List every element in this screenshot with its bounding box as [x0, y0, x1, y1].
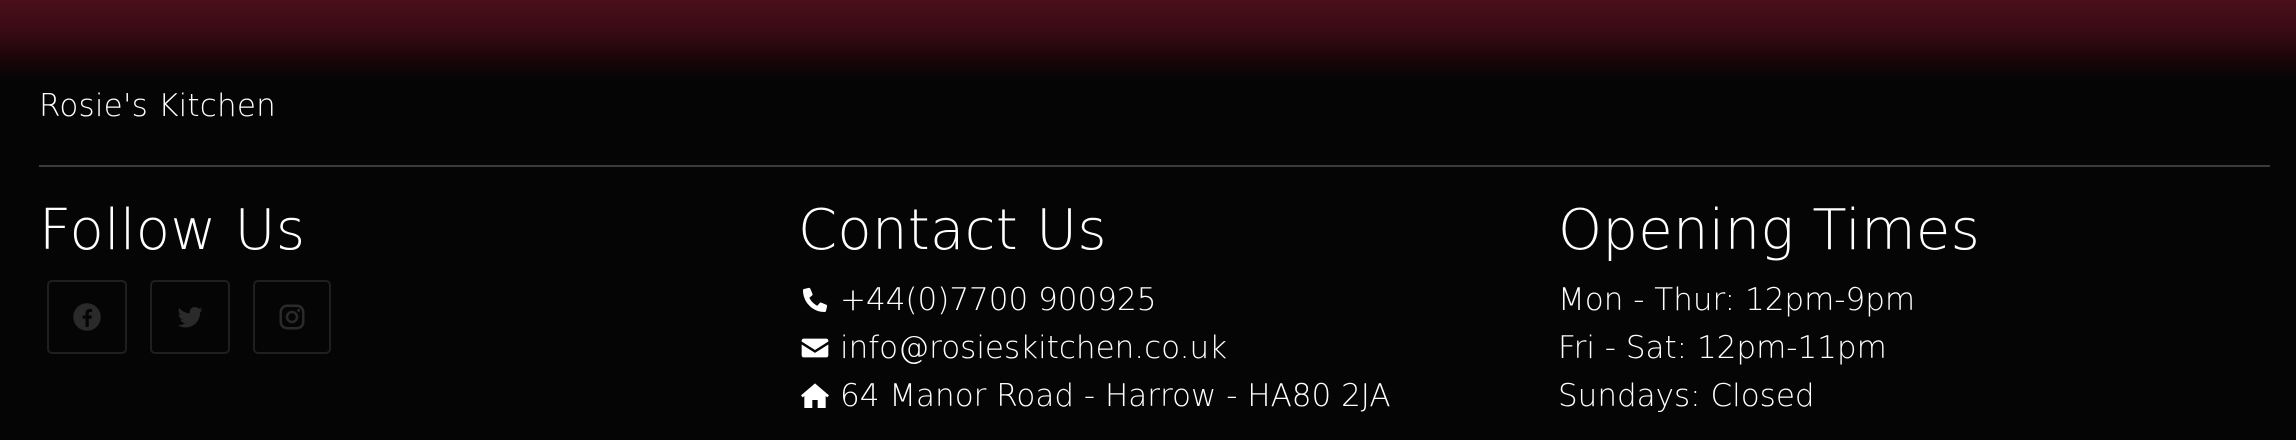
facebook-button[interactable]	[47, 280, 127, 354]
contact-us-heading: Contact Us	[798, 198, 1107, 263]
footer-brand-name[interactable]: Rosie's Kitchen	[39, 88, 276, 124]
social-links	[39, 280, 331, 354]
hours-fri-sat: Fri - Sat: 12pm-11pm	[1558, 330, 1887, 366]
facebook-icon	[73, 303, 101, 331]
envelope-icon	[798, 332, 832, 364]
home-icon	[798, 380, 832, 412]
twitter-button[interactable]	[150, 280, 230, 354]
instagram-button[interactable]	[253, 280, 331, 354]
phone-icon	[798, 284, 832, 316]
twitter-icon	[177, 307, 203, 328]
phone-number: +44(0)7700 900925	[840, 282, 1157, 318]
street-address: 64 Manor Road - Harrow - HA80 2JA	[840, 378, 1391, 414]
follow-us-heading: Follow Us	[39, 198, 306, 263]
footer-divider	[39, 165, 2270, 167]
instagram-icon	[279, 304, 305, 330]
hours-mon-thur: Mon - Thur: 12pm-9pm	[1558, 282, 1916, 318]
contact-address: 64 Manor Road - Harrow - HA80 2JA	[798, 372, 1391, 420]
follow-us-section: Follow Us	[39, 196, 331, 354]
site-footer: Rosie's Kitchen Follow Us Contact Us +44…	[0, 0, 2296, 440]
email-address: info@rosieskitchen.co.uk	[840, 330, 1228, 366]
contact-phone[interactable]: +44(0)7700 900925	[798, 276, 1391, 324]
contact-email[interactable]: info@rosieskitchen.co.uk	[798, 324, 1391, 372]
opening-times-heading: Opening Times	[1558, 198, 1981, 263]
contact-us-section: Contact Us +44(0)7700 900925 info@rosies…	[798, 196, 1391, 420]
hours-sunday: Sundays: Closed	[1558, 378, 1815, 414]
opening-times-section: Opening Times Mon - Thur: 12pm-9pm Fri -…	[1558, 196, 1980, 420]
